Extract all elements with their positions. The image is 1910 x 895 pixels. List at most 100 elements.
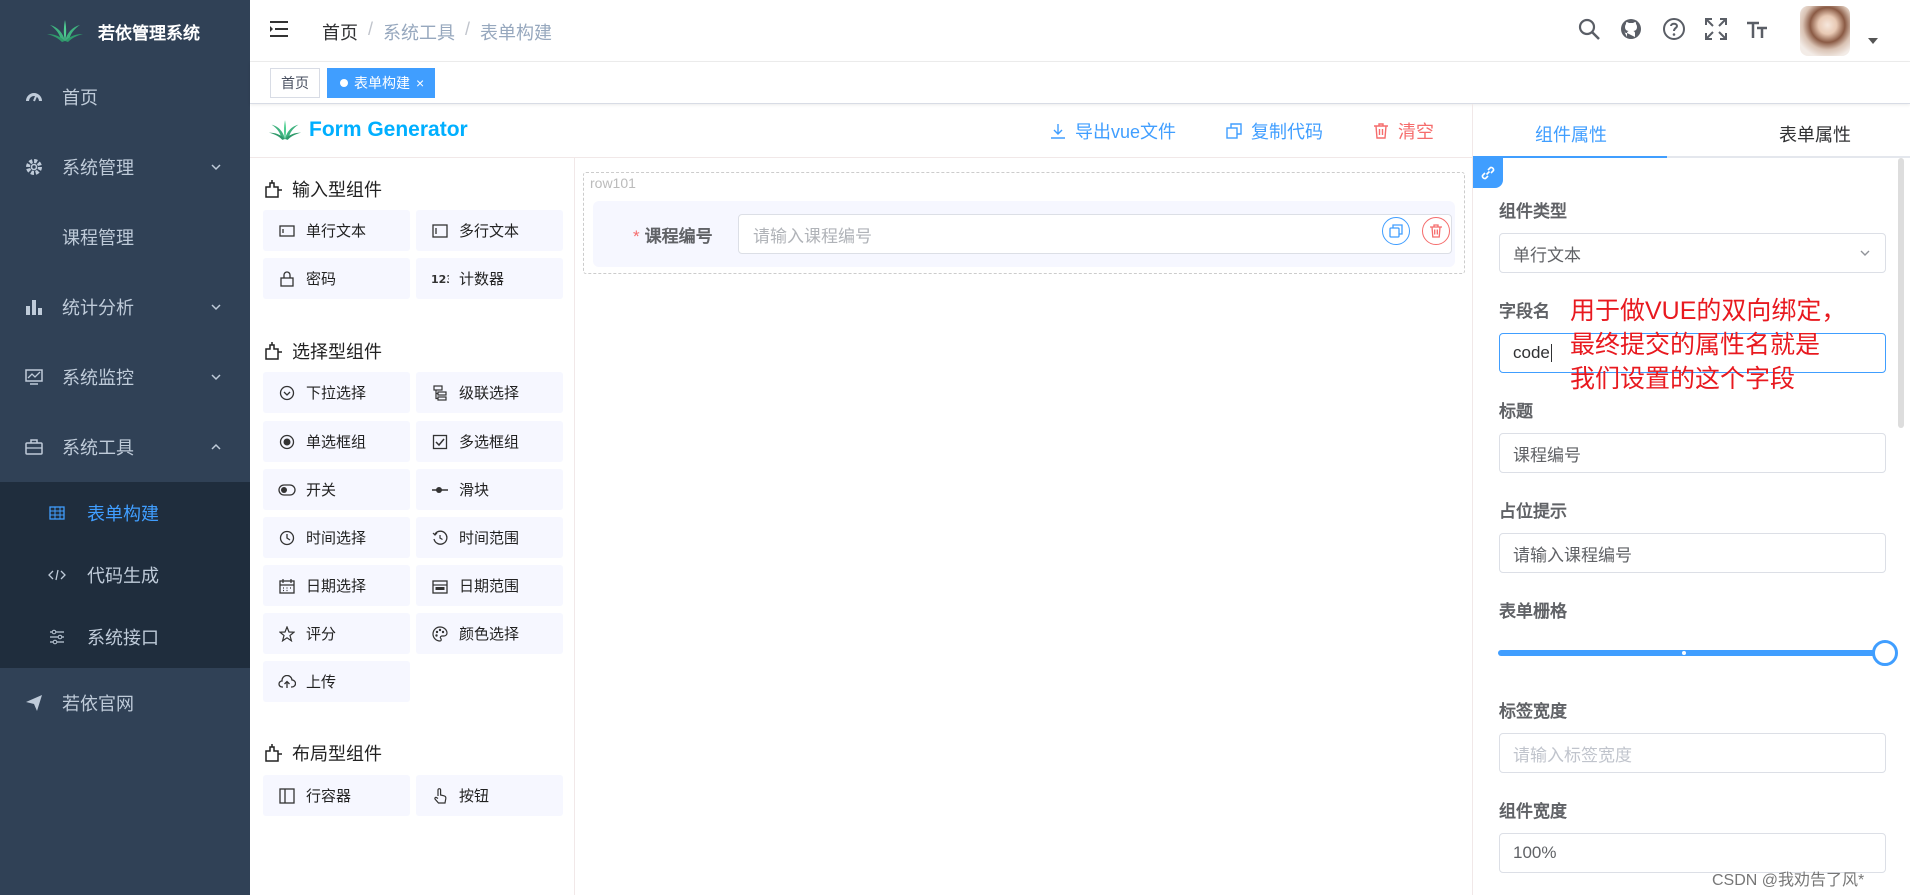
copy-item-button[interactable] <box>1382 217 1410 245</box>
sidebar-subitem-form-build[interactable]: 表单构建 <box>0 482 250 544</box>
annotation-line: 最终提交的属性名就是 <box>1570 331 1821 359</box>
group-title-input: 输入型组件 <box>264 176 382 202</box>
placeholder-input[interactable]: 请输入课程编号 <box>1499 533 1886 573</box>
grid-span-slider-thumb[interactable] <box>1872 640 1898 666</box>
component-textarea[interactable]: 多行文本 <box>416 210 563 251</box>
component-time-range[interactable]: 时间范围 <box>416 517 563 558</box>
sidebar-subitem-code-gen[interactable]: 代码生成 <box>0 544 250 606</box>
sidebar-item-tools[interactable]: 系统工具 <box>0 412 250 482</box>
form-item-active[interactable]: * 课程编号 请输入课程编号 <box>593 201 1455 267</box>
component-label: 单选框组 <box>306 434 367 451</box>
component-row[interactable]: 行容器 <box>263 775 410 816</box>
breadcrumb-item[interactable]: 首页 <box>322 19 358 45</box>
component-upload[interactable]: 上传 <box>263 661 410 702</box>
component-cascader[interactable]: 级联选择 <box>416 372 563 413</box>
time-range-icon <box>431 529 449 547</box>
sidebar-item-stats[interactable]: 统计分析 <box>0 272 250 342</box>
caret-down-icon[interactable] <box>1868 38 1878 44</box>
properties-scrollbar[interactable] <box>1898 158 1904 428</box>
grid-span-slider[interactable] <box>1498 650 1885 656</box>
text-cursor <box>1550 344 1552 362</box>
required-asterisk: * <box>633 227 640 246</box>
export-vue-button[interactable]: 导出vue文件 <box>1050 118 1176 144</box>
component-checkbox[interactable]: 多选框组 <box>416 421 563 462</box>
brand[interactable]: 若依管理系统 <box>0 0 250 62</box>
clear-label: 清空 <box>1398 122 1434 142</box>
row-container[interactable]: row101 * 课程编号 请输入课程编号 <box>583 172 1465 274</box>
component-radio[interactable]: 单选框组 <box>263 421 410 462</box>
component-color[interactable]: 颜色选择 <box>416 613 563 654</box>
sidebar-item-system[interactable]: 系统管理 <box>0 132 250 202</box>
close-icon[interactable]: × <box>416 75 424 91</box>
component-date[interactable]: 日期选择 <box>263 565 410 606</box>
code-icon <box>48 566 66 584</box>
github-icon[interactable] <box>1618 16 1644 42</box>
component-group-icon <box>264 743 284 763</box>
sidebar-item-label: 首页 <box>62 88 98 108</box>
font-size-icon[interactable] <box>1744 16 1770 42</box>
copy-code-button[interactable]: 复制代码 <box>1226 118 1323 144</box>
slider-stop <box>1682 651 1686 655</box>
component-label: 按钮 <box>459 788 490 805</box>
cascader-icon <box>431 384 449 402</box>
component-label: 多行文本 <box>459 223 520 240</box>
component-slider[interactable]: 滑块 <box>416 469 563 510</box>
component-input[interactable]: 单行文本 <box>263 210 410 251</box>
form-item-input[interactable]: 请输入课程编号 <box>738 214 1452 254</box>
copy-code-label: 复制代码 <box>1251 122 1323 142</box>
sidebar-subitem-label: 表单构建 <box>87 504 159 524</box>
tag-home[interactable]: 首页 <box>270 68 320 98</box>
app-title: 若依管理系统 <box>98 23 200 43</box>
sidebar-item-website[interactable]: 若依官网 <box>0 668 250 738</box>
grid-span-label: 表单栅格 <box>1499 602 1567 621</box>
upload-cloud-icon <box>278 673 296 691</box>
chevron-down-icon <box>211 164 221 171</box>
component-rate[interactable]: 评分 <box>263 613 410 654</box>
search-icon[interactable] <box>1576 16 1602 42</box>
component-type-select[interactable]: 单行文本 <box>1499 233 1886 273</box>
switch-icon <box>278 481 296 499</box>
component-password[interactable]: 密码 <box>263 258 410 299</box>
tag-label: 首页 <box>281 75 309 91</box>
sidebar-item-course[interactable]: 课程管理 <box>0 202 250 272</box>
sidebar-item-label: 统计分析 <box>62 298 134 318</box>
component-switch[interactable]: 开关 <box>263 469 410 510</box>
fullscreen-icon[interactable] <box>1703 16 1729 42</box>
gear-icon <box>24 157 44 177</box>
component-number[interactable]: 123 计数器 <box>416 258 563 299</box>
component-label: 多选框组 <box>459 434 520 451</box>
component-label: 行容器 <box>306 788 352 805</box>
sidebar-subitem-label: 代码生成 <box>87 566 159 586</box>
title-input[interactable]: 课程编号 <box>1499 433 1886 473</box>
sidebar-item-home[interactable]: 首页 <box>0 62 250 132</box>
help-icon[interactable] <box>1661 16 1687 42</box>
tab-form-props[interactable]: 表单属性 <box>1779 121 1851 147</box>
label-width-label: 标签宽度 <box>1499 702 1567 721</box>
table-icon <box>48 504 66 522</box>
component-date-range[interactable]: 日期范围 <box>416 565 563 606</box>
label-width-input[interactable]: 请输入标签宽度 <box>1499 733 1886 773</box>
avatar[interactable] <box>1800 6 1850 56</box>
generator-logo <box>268 120 302 140</box>
sidebar-item-monitor[interactable]: 系统监控 <box>0 342 250 412</box>
doc-link-button[interactable] <box>1473 158 1503 188</box>
hamburger-icon[interactable] <box>268 18 290 40</box>
clear-button[interactable]: 清空 <box>1373 118 1434 144</box>
component-label: 日期范围 <box>459 578 520 595</box>
star-icon <box>278 625 296 643</box>
tag-form-build[interactable]: 表单构建 × <box>327 68 436 98</box>
delete-item-button[interactable] <box>1422 217 1450 245</box>
component-time[interactable]: 时间选择 <box>263 517 410 558</box>
component-button[interactable]: 按钮 <box>416 775 563 816</box>
export-vue-label: 导出vue文件 <box>1075 122 1177 142</box>
copy-icon <box>1389 224 1403 238</box>
sidebar-subitem-api[interactable]: 系统接口 <box>0 606 250 668</box>
component-select[interactable]: 下拉选择 <box>263 372 410 413</box>
form-item-label: * 课程编号 <box>633 222 713 247</box>
group-title-label: 选择型组件 <box>292 342 382 362</box>
form-canvas[interactable]: row101 * 课程编号 请输入课程编号 <box>575 158 1472 895</box>
copy-icon <box>1226 122 1244 140</box>
link-icon <box>1481 166 1495 180</box>
tab-component-props[interactable]: 组件属性 <box>1535 121 1607 147</box>
chevron-down-icon <box>211 304 221 311</box>
